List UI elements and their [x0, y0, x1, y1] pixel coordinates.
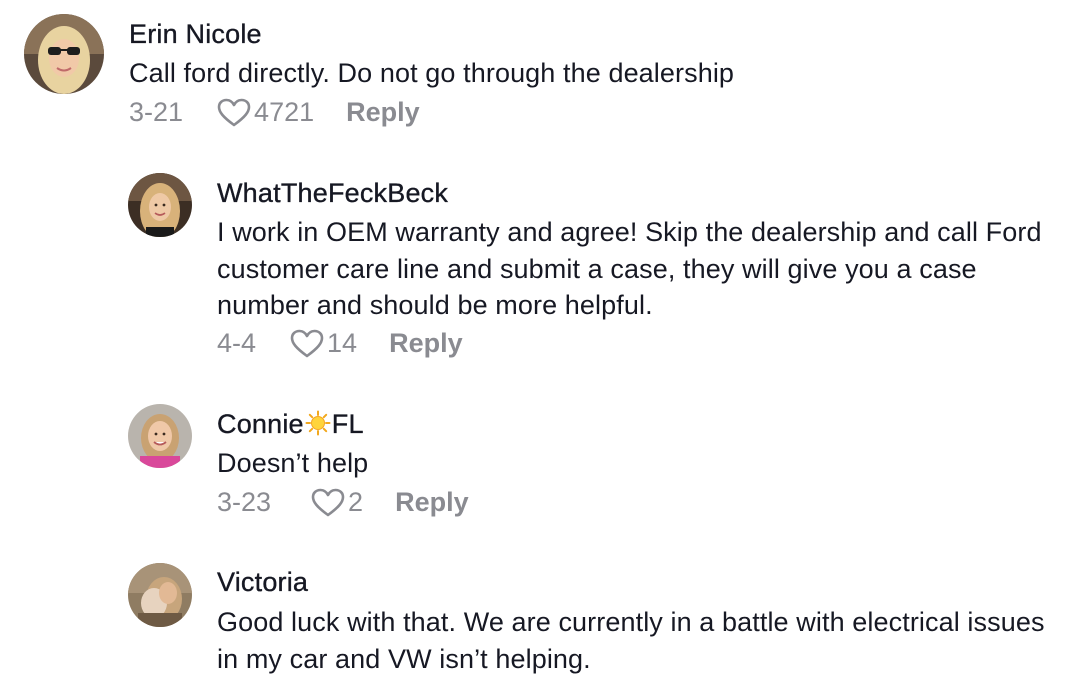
reply-button[interactable]: Reply: [395, 487, 469, 518]
user-photo-icon: [128, 173, 192, 237]
reply-button[interactable]: Reply: [389, 328, 463, 359]
comment-text: I work in OEM warranty and agree! Skip t…: [217, 217, 1042, 320]
like-button[interactable]: 2: [311, 487, 363, 518]
like-button[interactable]: 14: [290, 328, 357, 359]
comment-username[interactable]: Erin Nicole: [129, 19, 262, 50]
comment-username[interactable]: Connie FL: [217, 409, 364, 440]
user-photo-icon: [24, 14, 104, 94]
like-count: 2: [348, 487, 364, 517]
comment-text: Good luck with that. We are currently in…: [217, 607, 1045, 674]
heart-outline-icon: [290, 329, 324, 357]
heart-outline-icon: [311, 488, 345, 516]
comment-date: 3-21: [129, 97, 184, 127]
like-count: 14: [327, 328, 358, 358]
avatar[interactable]: [128, 173, 192, 237]
avatar[interactable]: [128, 563, 192, 627]
comment-username[interactable]: WhatTheFeckBeck: [217, 178, 448, 209]
comment-meta: 3-23 2 Reply: [217, 487, 469, 518]
comment-text: Call ford directly. Do not go through th…: [129, 58, 735, 88]
comment-meta: 3-21 4721 Reply: [129, 97, 420, 128]
sun-emoji-icon: [305, 410, 331, 436]
comment-username[interactable]: Victoria: [217, 567, 308, 598]
comment-text: Doesn’t help: [217, 448, 369, 478]
user-photo-icon: [128, 563, 192, 627]
like-button[interactable]: 4721: [217, 97, 314, 128]
username-part: FL: [331, 409, 364, 439]
comment-date: 3-23: [217, 487, 272, 517]
heart-outline-icon: [217, 98, 251, 126]
comment-date: 4-4: [217, 328, 257, 358]
username-part: Connie: [217, 409, 304, 439]
avatar[interactable]: [24, 14, 104, 94]
user-photo-icon: [128, 404, 192, 468]
comment-meta: 4-4 14 Reply: [217, 328, 463, 359]
reply-button[interactable]: Reply: [346, 97, 420, 128]
avatar[interactable]: [128, 404, 192, 468]
like-count: 4721: [254, 97, 315, 127]
